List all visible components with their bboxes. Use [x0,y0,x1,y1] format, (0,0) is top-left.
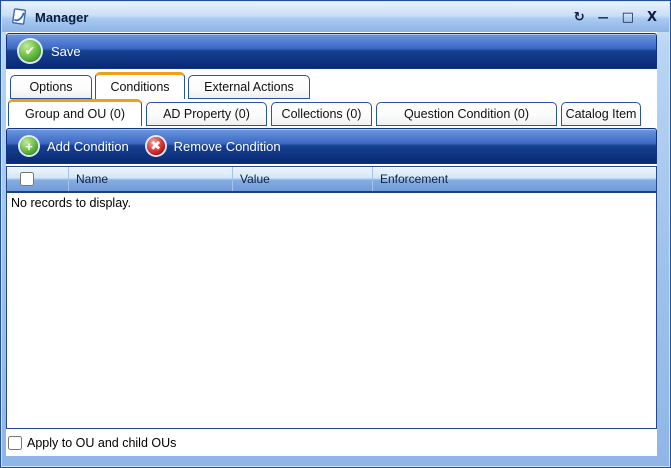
tab-collections[interactable]: Collections (0) [271,102,372,126]
remove-condition-button[interactable]: Remove Condition [174,139,281,154]
conditions-grid: Name Value Enforcement No records to dis… [6,166,657,429]
save-button[interactable]: Save [51,44,81,59]
save-toolbar: ✔ Save [6,33,657,69]
tab-catalog-item[interactable]: Catalog Item [561,102,641,126]
refresh-icon[interactable]: ↻ [574,11,585,24]
save-check-icon: ✔ [19,40,41,62]
empty-records-message: No records to display. [7,193,656,213]
tab-options[interactable]: Options [10,75,92,99]
minimize-icon[interactable]: — [598,12,609,23]
tab-external-actions-label: External Actions [204,80,294,94]
column-header-name[interactable]: Name [69,167,233,191]
tab-question-condition-label: Question Condition (0) [404,107,529,121]
apply-ou-label[interactable]: Apply to OU and child OUs [27,436,176,450]
column-header-value[interactable]: Value [233,167,373,191]
add-plus-icon: + [20,137,38,155]
tab-ad-property[interactable]: AD Property (0) [146,102,267,126]
window-content: ✔ Save Options Conditions External Actio… [6,32,657,456]
manager-window: Manager ↻ — □ X ✔ Save Options Condition… [0,0,671,468]
tab-group-and-ou[interactable]: Group and OU (0) [8,99,142,126]
grid-body: No records to display. [7,193,656,428]
tab-collections-label: Collections (0) [282,107,362,121]
select-all-checkbox[interactable] [20,172,34,186]
tab-external-actions[interactable]: External Actions [188,75,310,99]
tab-conditions-label: Conditions [110,80,169,94]
tab-ad-property-label: AD Property (0) [163,107,250,121]
title-bar: Manager ↻ — □ X [2,2,669,32]
condition-tab-strip: Group and OU (0) AD Property (0) Collect… [6,99,657,126]
apply-ou-checkbox[interactable] [8,436,22,450]
window-controls: ↻ — □ X [574,11,661,24]
condition-toolbar: + Add Condition ✖ Remove Condition [6,128,657,164]
maximize-icon[interactable]: □ [622,11,634,24]
main-tab-strip: Options Conditions External Actions [6,72,657,99]
grid-header-row: Name Value Enforcement [7,167,656,193]
window-title: Manager [35,10,88,25]
tab-question-condition[interactable]: Question Condition (0) [376,102,557,126]
tab-conditions[interactable]: Conditions [95,72,185,99]
column-header-enforcement[interactable]: Enforcement [373,167,656,191]
close-icon[interactable]: X [647,11,657,24]
select-all-cell [7,167,69,191]
add-condition-button[interactable]: Add Condition [47,139,129,154]
manager-form-icon [10,8,28,26]
tab-group-and-ou-label: Group and OU (0) [25,107,125,121]
tab-options-label: Options [29,80,72,94]
tab-catalog-item-label: Catalog Item [566,107,637,121]
remove-x-icon: ✖ [147,137,165,155]
footer-row: Apply to OU and child OUs [6,430,657,456]
